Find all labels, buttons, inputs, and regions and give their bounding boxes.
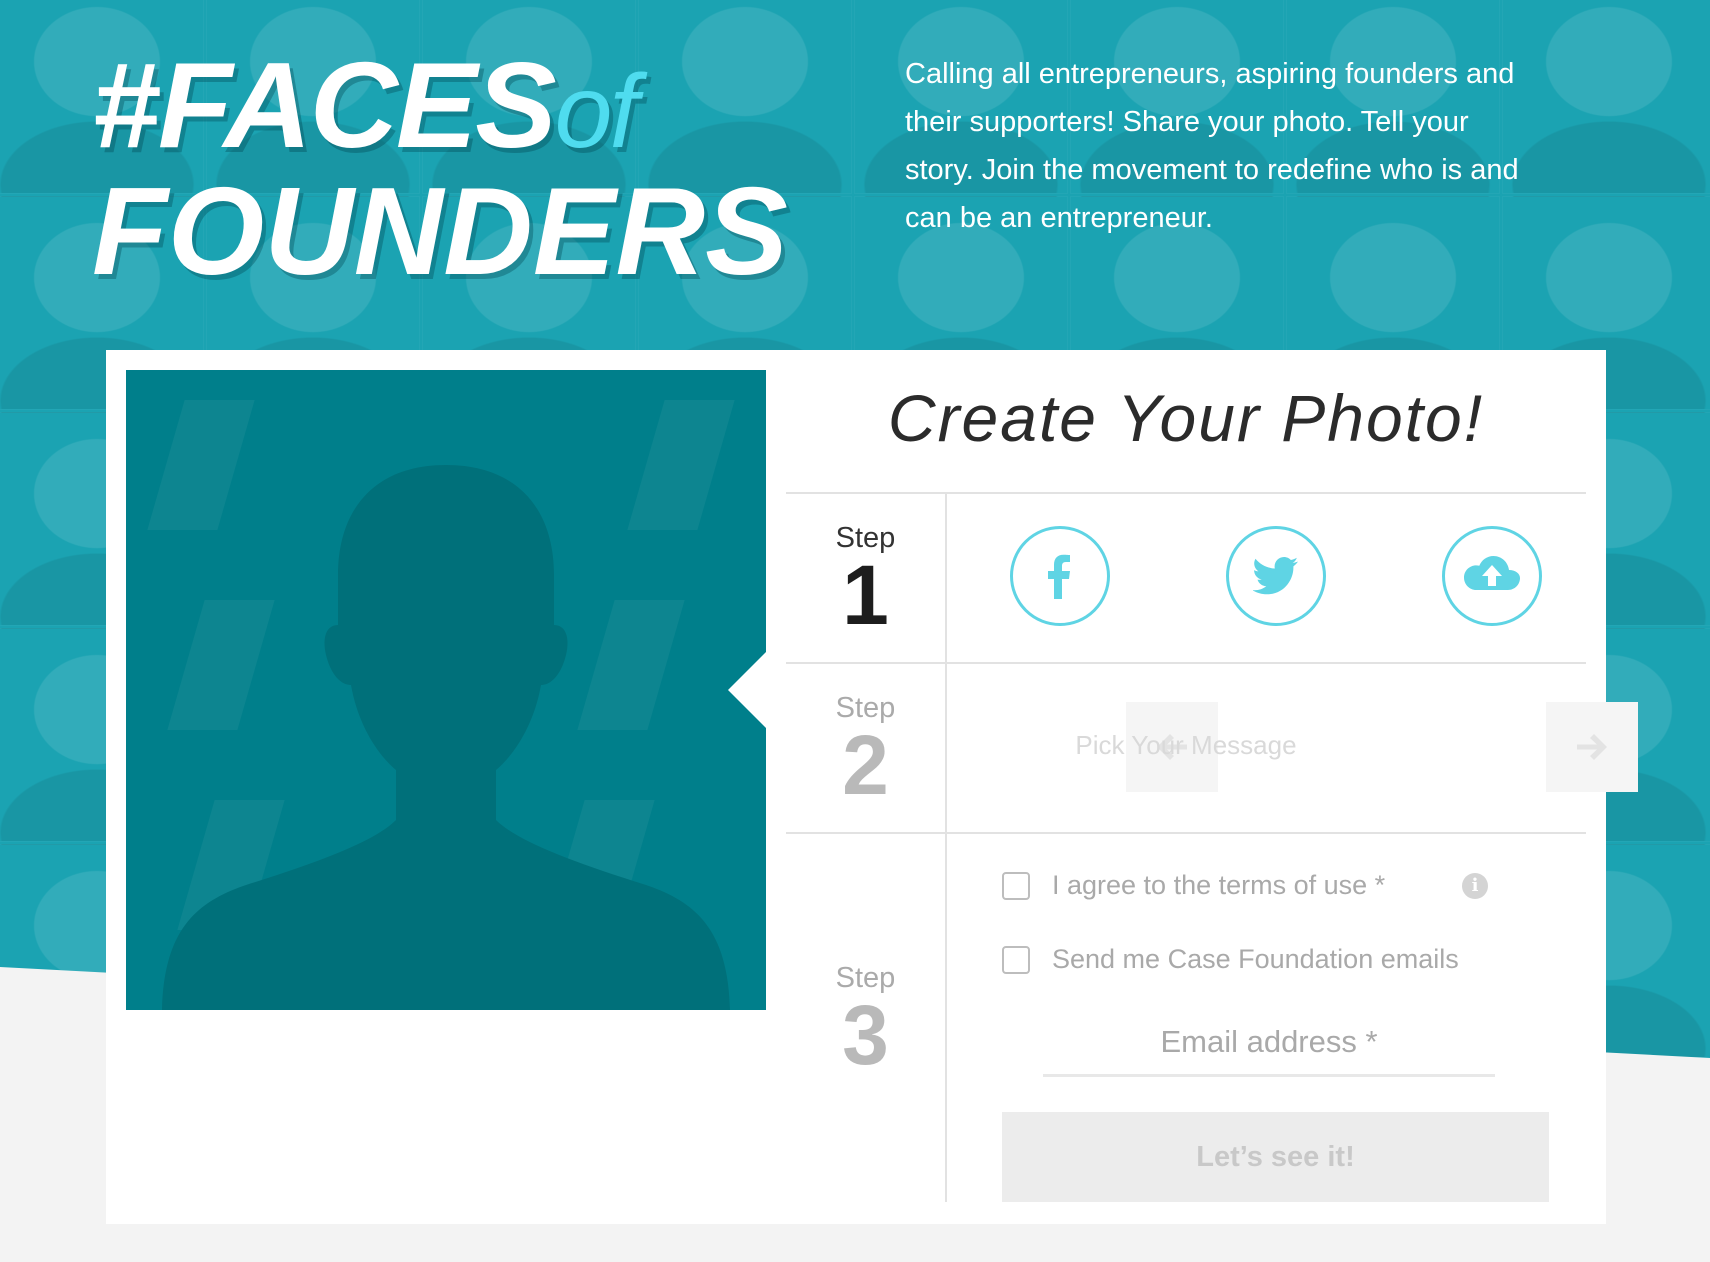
step-number: 2	[842, 718, 889, 812]
facebook-button[interactable]	[1010, 526, 1110, 626]
terms-checkbox[interactable]	[1002, 871, 1030, 900]
campaign-logo: #FACESof FOUNDERS	[92, 44, 872, 301]
step-1-indicator: Step 1	[786, 522, 945, 642]
twitter-button[interactable]	[1226, 526, 1326, 626]
divider	[786, 492, 1586, 494]
next-message-button[interactable]	[1546, 702, 1638, 792]
terms-checkbox-row[interactable]: I agree to the terms of use *	[1002, 870, 1385, 901]
terms-label: I agree to the terms of use *	[1052, 870, 1386, 900]
panel-title: Create Your Photo!	[887, 381, 1485, 455]
steps-panel: Create Your Photo! Step 1 Step 2 Pick Yo…	[786, 350, 1638, 1224]
step-3-indicator: Step 3	[786, 962, 945, 1082]
face-tile	[1502, 0, 1710, 194]
avatar-silhouette-icon	[162, 465, 730, 1010]
divider	[786, 662, 1586, 664]
arrow-right-icon	[1577, 734, 1607, 760]
email-field[interactable]	[1043, 1010, 1495, 1077]
step-2-indicator: Step 2	[786, 692, 945, 812]
step-number: 1	[842, 548, 889, 642]
photo-creator-card: Create Your Photo! Step 1 Step 2 Pick Yo…	[106, 350, 1638, 1224]
hero-description: Calling all entrepreneurs, aspiring foun…	[905, 58, 1519, 234]
lets-see-it-button[interactable]: Let’s see it!	[1002, 1112, 1549, 1202]
logo-of: of	[554, 54, 639, 170]
emails-checkbox-row[interactable]: Send me Case Foundation emails	[1002, 944, 1459, 975]
twitter-icon	[1253, 557, 1298, 595]
emails-checkbox[interactable]	[1002, 945, 1030, 974]
divider	[786, 832, 1586, 834]
step-number: 3	[842, 988, 889, 1082]
logo-founders: FOUNDERS	[92, 163, 788, 301]
cloud-upload-icon	[1464, 556, 1520, 590]
facebook-icon	[1048, 554, 1070, 599]
emails-label: Send me Case Foundation emails	[1052, 944, 1459, 974]
info-icon[interactable]: i	[1462, 873, 1488, 899]
divider	[945, 494, 947, 1202]
message-label: Pick Your Message	[1075, 730, 1297, 760]
preview-pointer	[728, 650, 768, 730]
photo-preview	[126, 370, 766, 1010]
upload-button[interactable]	[1442, 526, 1542, 626]
logo-faces: #FACES	[92, 37, 557, 173]
